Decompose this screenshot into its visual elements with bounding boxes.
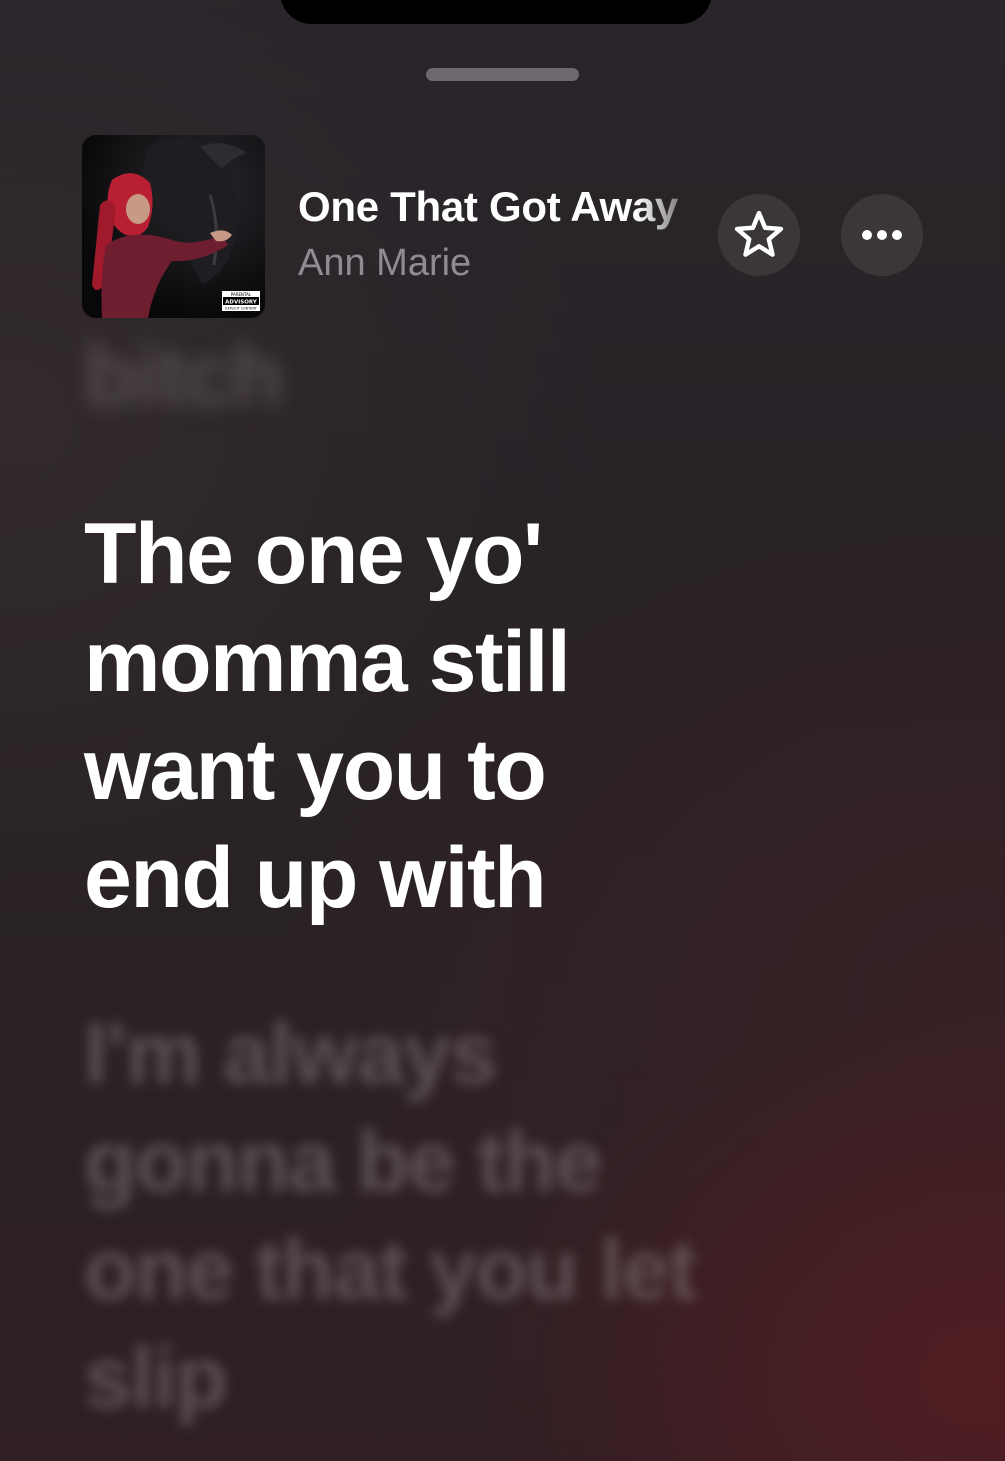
artwork-label-main: ADVISORY (225, 300, 258, 306)
song-artist[interactable]: Ann Marie (298, 242, 471, 285)
lyric-text: end up with (84, 830, 547, 926)
lyric-text: gonna be the (84, 1114, 603, 1210)
artwork-label-bottom: EXPLICIT CONTENT (225, 307, 257, 311)
lyric-text: want you to (84, 722, 547, 818)
lyric-text: slip (84, 1330, 228, 1426)
sheet-grabber[interactable] (426, 68, 579, 81)
lyric-line-current[interactable]: The one yo' momma still want you to end … (84, 500, 844, 932)
song-title[interactable]: One That Got Away (298, 183, 710, 231)
lyric-line-next[interactable]: I'm always gonna be the one that you let… (84, 1000, 844, 1432)
lyric-text: bitch (84, 328, 283, 424)
album-artwork[interactable]: PARENTAL ADVISORY EXPLICIT CONTENT (82, 135, 265, 318)
star-outline-icon (734, 210, 784, 257)
dynamic-island (280, 0, 712, 24)
favorite-button[interactable] (718, 194, 800, 276)
artwork-label-top: PARENTAL (231, 292, 252, 297)
more-options-button[interactable] (841, 194, 923, 276)
lyric-text: The one yo' (84, 506, 543, 602)
lyric-text: I'm always (84, 1006, 497, 1102)
lyric-text: momma still (84, 614, 571, 710)
lyric-text: one that you let (84, 1222, 697, 1318)
ellipsis-icon (862, 230, 902, 240)
lyric-line-previous[interactable]: bitch (84, 322, 844, 430)
